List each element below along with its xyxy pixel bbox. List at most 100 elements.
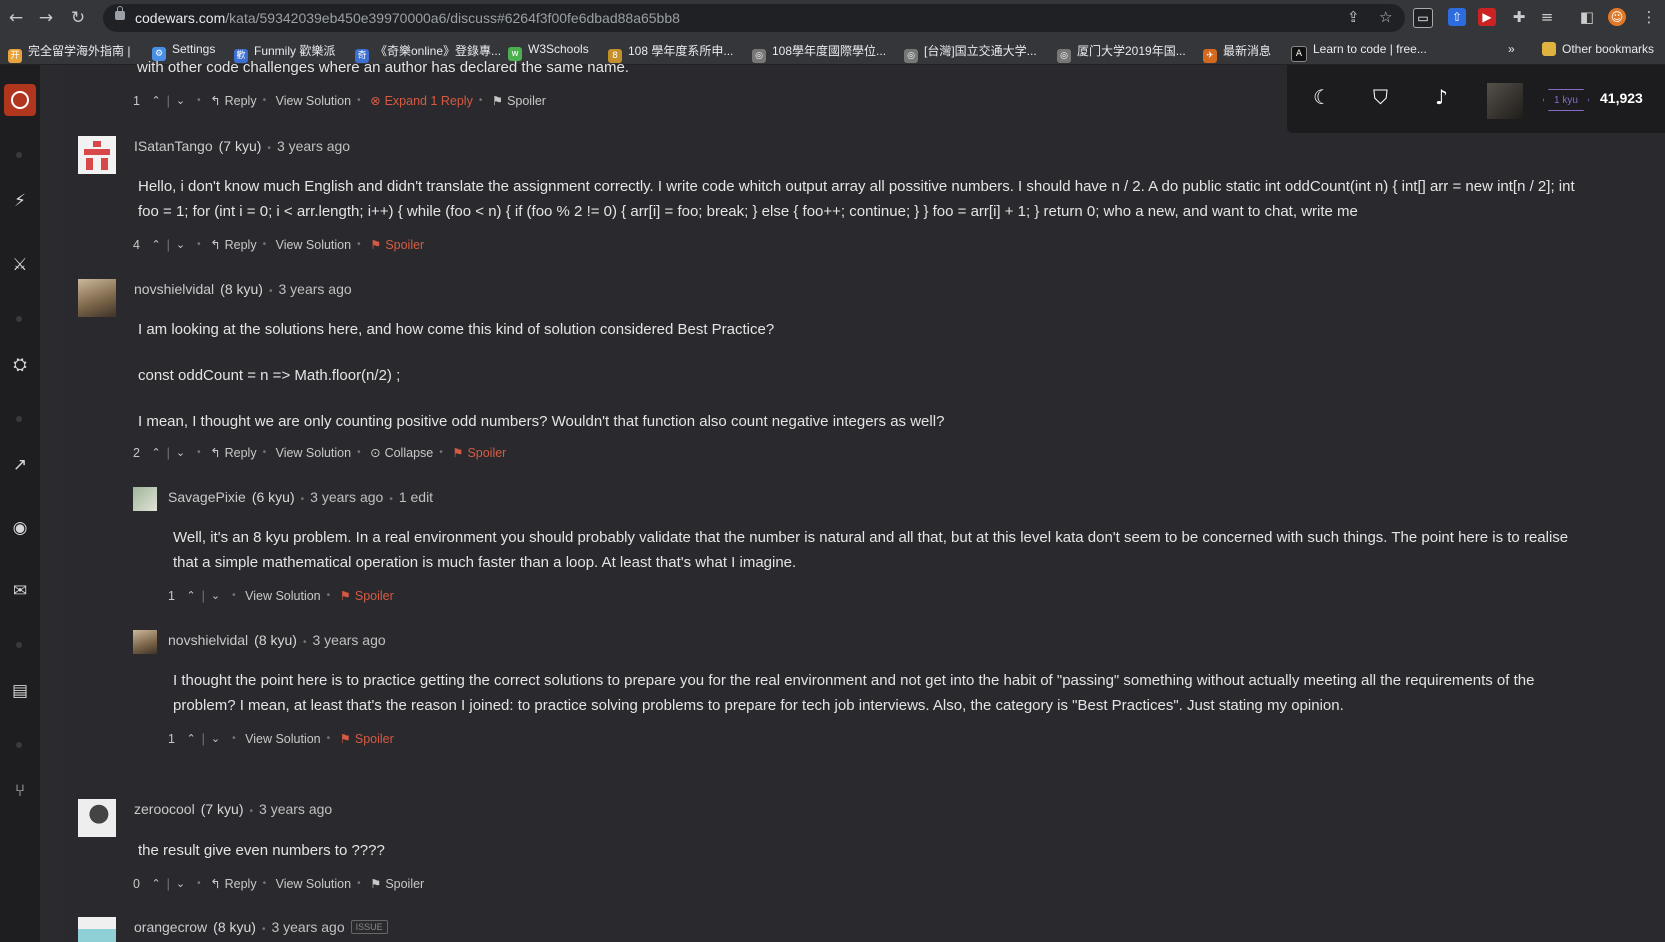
edit-count[interactable]: 1 edit	[399, 489, 433, 505]
extensions-puzzle-icon[interactable]: ✚	[1510, 8, 1528, 26]
avatar[interactable]	[78, 799, 116, 837]
upvote-icon[interactable]: ⌃	[151, 238, 160, 251]
youtube-extension-icon[interactable]: ▶	[1478, 8, 1496, 26]
downvote-icon[interactable]: ⌄	[176, 877, 185, 890]
comment-timestamp[interactable]: 3 years ago	[271, 919, 344, 935]
extension-icon[interactable]: ⇧	[1448, 8, 1466, 26]
downvote-icon[interactable]: ⌄	[211, 589, 220, 602]
reading-list-icon[interactable]: ≡	[1538, 8, 1556, 26]
extension-icon[interactable]: ▭	[1413, 8, 1433, 28]
comment-timestamp[interactable]: 3 years ago	[277, 138, 350, 154]
spoiler-flag-icon[interactable]: ⚑	[452, 445, 463, 460]
spoiler-link[interactable]: Spoiler	[385, 238, 424, 252]
rank-badge[interactable]: 1 kyu	[1543, 89, 1589, 111]
downvote-icon[interactable]: ⌄	[176, 94, 185, 107]
bookmark-star-icon[interactable]: ☆	[1379, 8, 1392, 26]
bookmarks-icon[interactable]: ⛉	[1373, 85, 1388, 109]
address-bar[interactable]: codewars.com/kata/59342039eb450e39970000…	[103, 4, 1405, 32]
spoiler-flag-icon[interactable]: ⚑	[370, 237, 381, 252]
user-avatar[interactable]	[1487, 83, 1523, 119]
spoiler-link[interactable]: Spoiler	[507, 94, 546, 108]
reload-icon[interactable]: ↻	[66, 6, 90, 30]
upvote-icon[interactable]: ⌃	[186, 589, 195, 602]
view-solution-link[interactable]: View Solution	[276, 238, 352, 252]
reply-link[interactable]: Reply	[225, 238, 257, 252]
upvote-icon[interactable]: ⌃	[151, 94, 160, 107]
spoiler-flag-icon[interactable]: ⚑	[340, 588, 351, 603]
reply-link[interactable]: Reply	[225, 94, 257, 108]
comment-timestamp[interactable]: 3 years ago	[312, 632, 385, 648]
spoiler-link[interactable]: Spoiler	[355, 732, 394, 746]
spoiler-flag-icon[interactable]: ⚑	[340, 731, 351, 746]
spoiler-flag-icon[interactable]: ⚑	[370, 876, 381, 891]
profile-avatar-icon[interactable]: ☺	[1608, 8, 1626, 26]
url-text[interactable]: codewars.com/kata/59342039eb450e39970000…	[135, 10, 680, 26]
menu-kebab-icon[interactable]: ⋮	[1640, 8, 1658, 26]
view-solution-link[interactable]: View Solution	[276, 94, 352, 108]
spoiler-link[interactable]: Spoiler	[355, 589, 394, 603]
lock-icon[interactable]	[115, 6, 125, 20]
briefcase-icon[interactable]: ⛭	[9, 354, 31, 376]
spoiler-link[interactable]: Spoiler	[385, 877, 424, 891]
reply-icon[interactable]: ↰	[210, 876, 220, 891]
dark-mode-moon-icon[interactable]: ☾	[1313, 85, 1331, 109]
trending-icon[interactable]: ↗	[9, 454, 31, 476]
side-panel-icon[interactable]: ◧	[1578, 8, 1596, 26]
comment-timestamp[interactable]: 3 years ago	[259, 801, 332, 817]
view-solution-link[interactable]: View Solution	[276, 446, 352, 460]
git-pull-request-icon[interactable]: ⑂	[9, 780, 31, 802]
downvote-icon[interactable]: ⌄	[176, 446, 185, 459]
bookmark-item[interactable]: A Learn to code | free...	[1291, 42, 1427, 62]
bookmark-item[interactable]: ◎ [台灣]国立交通大学...	[904, 42, 1037, 63]
upvote-icon[interactable]: ⌃	[151, 446, 160, 459]
bookmark-item[interactable]: ✈ 最新消息	[1203, 42, 1271, 63]
upvote-icon[interactable]: ⌃	[151, 877, 160, 890]
notifications-bell-icon[interactable]: ♪	[1435, 85, 1448, 109]
other-bookmarks-folder[interactable]: Other bookmarks	[1542, 42, 1654, 56]
expand-icon[interactable]: ⊗	[370, 93, 380, 108]
author-name[interactable]: orangecrow	[134, 919, 207, 935]
bookmarks-overflow-chevron[interactable]: »	[1508, 42, 1515, 56]
comment-timestamp[interactable]: 3 years ago	[278, 281, 351, 297]
bookmark-item[interactable]: ◎ 厦门大学2019年国...	[1057, 42, 1186, 63]
reply-icon[interactable]: ↰	[210, 237, 220, 252]
discord-icon[interactable]: ◉	[9, 517, 31, 539]
codewars-logo[interactable]	[4, 84, 36, 116]
docs-book-icon[interactable]: ▤	[9, 680, 31, 702]
avatar[interactable]	[78, 917, 116, 942]
spoiler-link[interactable]: Spoiler	[467, 446, 506, 460]
bookmark-item[interactable]: 开完全留学海外指南 |	[8, 42, 130, 63]
author-name[interactable]: novshielvidal	[134, 281, 214, 297]
training-icon[interactable]: ⚡	[9, 190, 31, 212]
downvote-icon[interactable]: ⌄	[211, 732, 220, 745]
share-icon[interactable]: ⇪	[1347, 8, 1360, 26]
bookmark-item[interactable]: ◎ 108學年度國際學位...	[752, 42, 886, 63]
view-solution-link[interactable]: View Solution	[245, 589, 321, 603]
downvote-icon[interactable]: ⌄	[176, 238, 185, 251]
view-solution-link[interactable]: View Solution	[276, 877, 352, 891]
avatar[interactable]	[133, 630, 157, 654]
spoiler-flag-icon[interactable]: ⚑	[492, 93, 503, 108]
author-name[interactable]: zeroocool	[134, 801, 195, 817]
avatar[interactable]	[133, 487, 157, 511]
forward-icon[interactable]: →	[34, 6, 58, 30]
upvote-icon[interactable]: ⌃	[186, 732, 195, 745]
author-name[interactable]: SavagePixie	[168, 489, 246, 505]
reply-icon[interactable]: ↰	[210, 445, 220, 460]
comment-timestamp[interactable]: 3 years ago	[310, 489, 383, 505]
reply-link[interactable]: Reply	[225, 446, 257, 460]
avatar[interactable]	[78, 279, 116, 317]
expand-replies-link[interactable]: Expand 1 Reply	[385, 94, 473, 108]
collapse-link[interactable]: Collapse	[385, 446, 434, 460]
author-name[interactable]: ISatanTango	[134, 138, 213, 154]
kumite-icon[interactable]: ⚔	[9, 254, 31, 276]
reply-icon[interactable]: ↰	[210, 93, 220, 108]
avatar[interactable]	[78, 136, 116, 174]
reply-link[interactable]: Reply	[225, 877, 257, 891]
view-solution-link[interactable]: View Solution	[245, 732, 321, 746]
chat-icon[interactable]: ✉	[9, 580, 31, 602]
collapse-icon[interactable]: ⊙	[370, 445, 380, 460]
author-name[interactable]: novshielvidal	[168, 632, 248, 648]
honor-score[interactable]: 41,923	[1600, 90, 1643, 106]
back-icon[interactable]: ←	[4, 6, 28, 30]
